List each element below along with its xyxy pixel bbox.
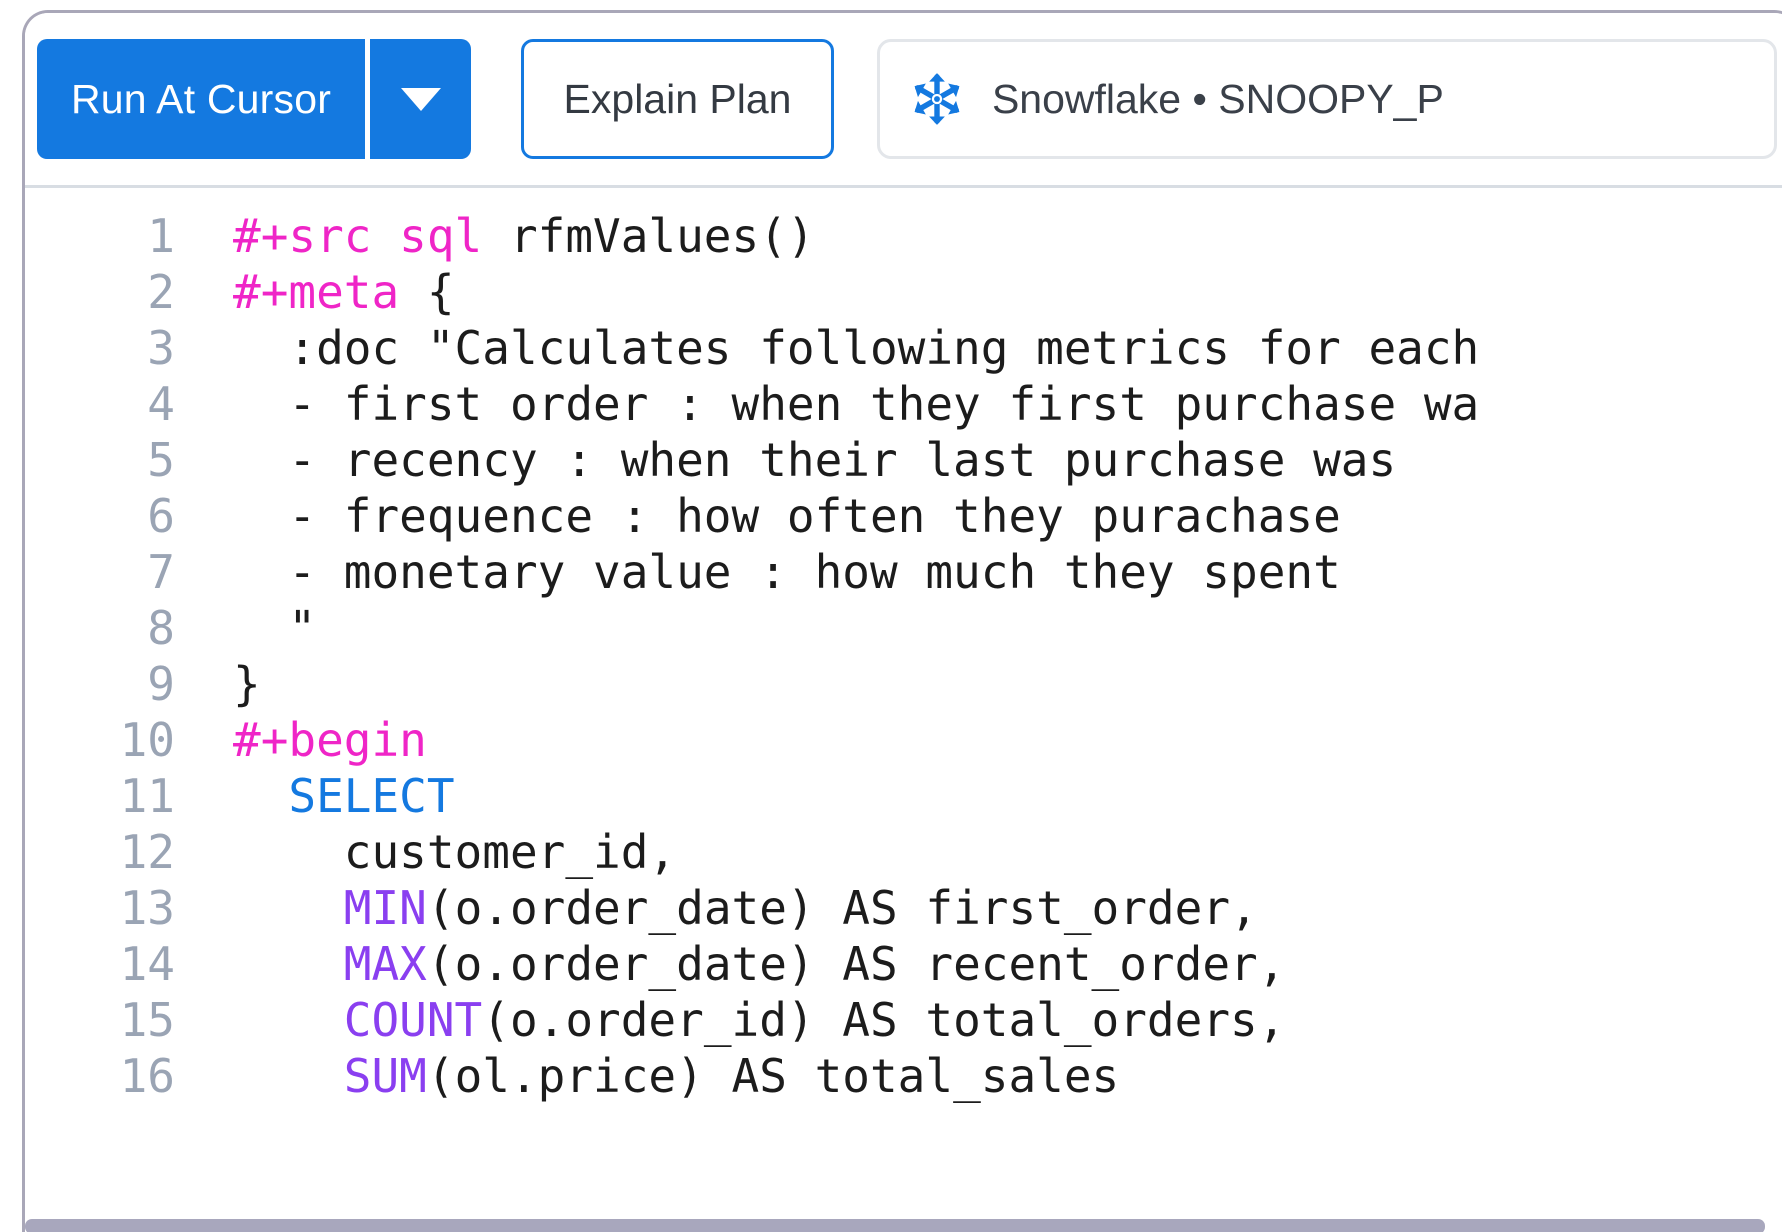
- code-token: #+meta: [233, 265, 400, 319]
- line-number: 7: [147, 545, 175, 599]
- code-line-text[interactable]: COUNT(o.order_id) AS total_orders,: [233, 993, 1286, 1047]
- code-token: SUM: [343, 1049, 427, 1103]
- code-line: 6 - frequence : how often they purachase: [25, 488, 1479, 544]
- code-line: 11 SELECT: [25, 768, 1479, 824]
- line-number: 15: [119, 993, 175, 1047]
- line-number: 11: [119, 769, 175, 823]
- run-at-cursor-button[interactable]: Run At Cursor: [37, 39, 366, 159]
- code-line: 4 - first order : when they first purcha…: [25, 376, 1479, 432]
- line-number: 12: [119, 825, 175, 879]
- code-token: (o.order_id) AS total_orders,: [482, 993, 1286, 1047]
- editor-toolbar: Run At Cursor Explain Plan Snowflake • S…: [25, 13, 1782, 188]
- code-line: 7 - monetary value : how much they spent: [25, 544, 1479, 600]
- code-token: - monetary value : how much they spent: [233, 545, 1341, 599]
- horizontal-scrollbar-thumb[interactable]: [25, 1219, 1765, 1232]
- code-token: #+begin: [233, 713, 427, 767]
- code-line-text[interactable]: - frequence : how often they purachase: [233, 489, 1341, 543]
- horizontal-scrollbar[interactable]: [25, 1218, 1782, 1232]
- code-token: }: [233, 657, 261, 711]
- line-number: 2: [147, 265, 175, 319]
- code-line: 12 customer_id,: [25, 824, 1479, 880]
- code-line-text[interactable]: #+meta {: [233, 265, 455, 319]
- code-token: (o.order_date) AS recent_order,: [426, 937, 1286, 991]
- code-token: - recency : when their last purchase was: [233, 433, 1397, 487]
- code-token: customer_id,: [233, 825, 677, 879]
- code-line: 10 #+begin: [25, 712, 1479, 768]
- code-token: #+src sql: [233, 209, 483, 263]
- line-number: 13: [119, 881, 175, 935]
- code-token: MAX: [343, 937, 427, 991]
- code-line: 1 #+src sql rfmValues(): [25, 208, 1479, 264]
- explain-plan-button[interactable]: Explain Plan: [520, 39, 835, 159]
- code-token: (ol.price) AS total_sales: [426, 1049, 1120, 1103]
- code-line-text[interactable]: - first order : when they first purchase…: [233, 377, 1479, 431]
- code-line: 5 - recency : when their last purchase w…: [25, 432, 1479, 488]
- code-line: 15 COUNT(o.order_id) AS total_orders,: [25, 992, 1479, 1048]
- code-token: {: [399, 265, 455, 319]
- code-token: :doc "Calculates following metrics for e…: [233, 321, 1480, 375]
- code-token: ": [233, 601, 317, 655]
- code-lines: 1 #+src sql rfmValues() 2 #+meta {3 :doc "C…: [25, 208, 1480, 1104]
- line-number: 10: [119, 713, 175, 767]
- code-line-text[interactable]: }: [233, 657, 261, 711]
- code-line-text[interactable]: :doc "Calculates following metrics for e…: [233, 321, 1479, 375]
- editor-window: Run At Cursor Explain Plan Snowflake • S…: [22, 10, 1782, 1232]
- code-token: (o.order_date) AS first_order,: [426, 881, 1258, 935]
- code-line-text[interactable]: SUM(ol.price) AS total_sales: [233, 1049, 1119, 1103]
- line-number: 8: [147, 601, 175, 655]
- code-line-text[interactable]: MAX(o.order_date) AS recent_order,: [233, 937, 1286, 991]
- code-token: SELECT: [288, 769, 455, 823]
- code-line-text[interactable]: #+src sql rfmValues(): [233, 209, 815, 263]
- code-line-text[interactable]: MIN(o.order_date) AS first_order,: [233, 881, 1258, 935]
- code-line-text[interactable]: SELECT: [233, 769, 455, 823]
- line-number: 3: [147, 321, 175, 375]
- line-number: 14: [119, 937, 175, 991]
- line-number: 6: [147, 489, 175, 543]
- chevron-down-icon: [400, 87, 441, 111]
- code-line: 3 :doc "Calculates following metrics for…: [25, 320, 1479, 376]
- code-token: MIN: [343, 881, 427, 935]
- code-line-text[interactable]: - monetary value : how much they spent: [233, 545, 1341, 599]
- connection-label: Snowflake • SNOOPY_P: [991, 75, 1444, 122]
- code-line: 8 ": [25, 600, 1479, 656]
- code-line: 13 MIN(o.order_date) AS first_order,: [25, 880, 1479, 936]
- code-token: - first order : when they first purchase…: [233, 377, 1480, 431]
- code-line-text[interactable]: customer_id,: [233, 825, 676, 879]
- line-number: 16: [119, 1049, 175, 1103]
- code-line-text[interactable]: #+begin: [233, 713, 427, 767]
- code-token: COUNT: [343, 993, 483, 1047]
- connection-selector[interactable]: Snowflake • SNOOPY_P: [876, 39, 1777, 159]
- line-number: 5: [147, 433, 175, 487]
- snowflake-icon: [914, 73, 960, 125]
- run-options-dropdown-button[interactable]: [365, 39, 472, 159]
- code-editor[interactable]: 1 #+src sql rfmValues() 2 #+meta {3 :doc "C…: [25, 188, 1782, 1232]
- code-line: 14 MAX(o.order_date) AS recent_order,: [25, 936, 1479, 992]
- line-number: 1: [147, 209, 175, 263]
- code-line-text[interactable]: - recency : when their last purchase was: [233, 433, 1396, 487]
- line-number: 9: [147, 657, 175, 711]
- code-token: rfmValues(): [482, 209, 815, 263]
- code-line: 2 #+meta {: [25, 264, 1479, 320]
- code-line-text[interactable]: ": [233, 601, 316, 655]
- code-line: 9}: [25, 656, 1479, 712]
- line-number: 4: [147, 377, 175, 431]
- code-token: - frequence : how often they purachase: [233, 489, 1341, 543]
- run-button-group: Run At Cursor: [37, 39, 472, 159]
- code-line: 16 SUM(ol.price) AS total_sales: [25, 1048, 1479, 1104]
